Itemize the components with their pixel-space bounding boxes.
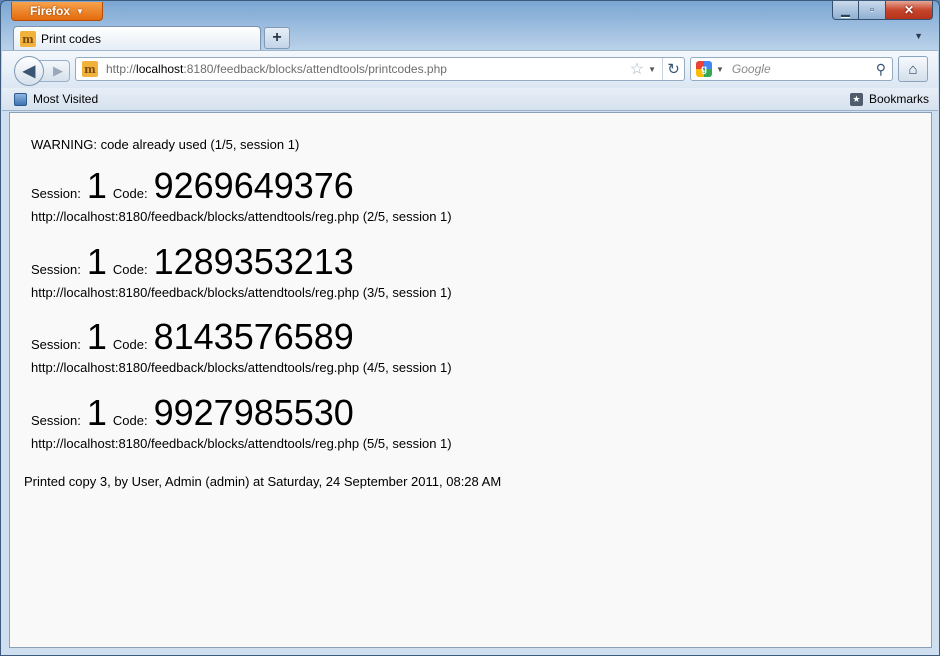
registration-url: http://localhost:8180/feedback/blocks/at… bbox=[31, 285, 452, 300]
url-prefix: http:// bbox=[106, 62, 137, 76]
tab-title: Print codes bbox=[41, 32, 102, 46]
close-icon: ✕ bbox=[903, 3, 915, 17]
code-entry: Session: 1 Code: 9927985530 http://local… bbox=[31, 392, 452, 451]
tab-list-button[interactable]: ▼ bbox=[914, 31, 923, 41]
session-label: Session: bbox=[31, 337, 81, 352]
firefox-menu-label: Firefox bbox=[30, 4, 71, 18]
search-engine-dropdown-icon[interactable]: ▼ bbox=[716, 65, 724, 74]
code-number: 8143576589 bbox=[153, 316, 354, 357]
reload-button[interactable]: ↻ bbox=[662, 58, 684, 80]
code-entry: Session: 1 Code: 8143576589 http://local… bbox=[31, 316, 452, 375]
new-tab-button[interactable]: + bbox=[264, 27, 290, 49]
url-path: :8180/feedback/blocks/attendtools/printc… bbox=[183, 62, 447, 76]
bookmark-star-icon[interactable]: ☆ bbox=[630, 59, 644, 79]
session-label: Session: bbox=[31, 413, 81, 428]
registration-url: http://localhost:8180/feedback/blocks/at… bbox=[31, 436, 452, 451]
moodle-favicon-icon: m bbox=[20, 31, 36, 47]
reload-icon: ↻ bbox=[667, 61, 680, 78]
page-content: WARNING: code already used (1/5, session… bbox=[9, 112, 932, 648]
code-label: Code: bbox=[112, 337, 148, 352]
code-entry: Session: 1 Code: 1289353213 http://local… bbox=[31, 241, 452, 300]
bookmark-most-visited[interactable]: Most Visited bbox=[14, 92, 98, 106]
url-history-dropdown-icon[interactable]: ▼ bbox=[648, 65, 656, 74]
search-icon[interactable]: ⚲ bbox=[876, 61, 886, 78]
printed-footer: Printed copy 3, by User, Admin (admin) a… bbox=[24, 474, 502, 489]
url-bar[interactable]: m http://localhost:8180/feedback/blocks/… bbox=[75, 57, 685, 81]
bookmarks-menu-label: Bookmarks bbox=[868, 92, 929, 106]
code-label: Code: bbox=[112, 413, 148, 428]
code-label: Code: bbox=[112, 262, 148, 277]
folder-icon bbox=[14, 92, 27, 106]
plus-icon: + bbox=[272, 29, 282, 46]
registration-url: http://localhost:8180/feedback/blocks/at… bbox=[31, 360, 452, 375]
chevron-down-icon: ▼ bbox=[76, 6, 84, 16]
home-button[interactable]: ⌂ bbox=[898, 56, 928, 82]
code-number: 9269649376 bbox=[153, 165, 354, 206]
back-arrow-icon: ◀ bbox=[22, 63, 36, 80]
back-forward-group: ◀ ▶ bbox=[14, 56, 72, 86]
session-code-line: Session: 1 Code: 9269649376 bbox=[31, 165, 452, 207]
back-button[interactable]: ◀ bbox=[14, 56, 44, 86]
minimize-icon: ▁ bbox=[841, 4, 850, 17]
session-code-line: Session: 1 Code: 8143576589 bbox=[31, 316, 452, 358]
minimize-button[interactable]: ▁ bbox=[832, 1, 859, 20]
code-entry: Session: 1 Code: 9269649376 http://local… bbox=[31, 165, 452, 224]
search-input[interactable]: Google bbox=[732, 62, 876, 76]
bookmarks-star-icon: ★ bbox=[849, 92, 863, 106]
close-window-button[interactable]: ✕ bbox=[886, 1, 933, 20]
maximize-icon: ▫ bbox=[870, 4, 874, 16]
warning-message: WARNING: code already used (1/5, session… bbox=[31, 137, 300, 152]
code-label: Code: bbox=[112, 186, 148, 201]
bookmarks-toolbar: Most Visited ★ Bookmarks bbox=[2, 88, 938, 111]
session-number: 1 bbox=[86, 392, 107, 433]
search-bar[interactable]: g ▼ Google ⚲ bbox=[690, 57, 893, 81]
session-number: 1 bbox=[86, 165, 107, 206]
url-host: localhost bbox=[136, 62, 184, 76]
code-number: 9927985530 bbox=[153, 392, 354, 433]
maximize-button[interactable]: ▫ bbox=[859, 1, 886, 20]
firefox-menu-button[interactable]: Firefox ▼ bbox=[11, 2, 103, 21]
session-number: 1 bbox=[86, 241, 107, 282]
browser-window: Firefox ▼ ▁ ▫ ✕ m Print codes + ▼ ◀ ▶ m … bbox=[0, 0, 940, 656]
url-field[interactable]: http://localhost:8180/feedback/blocks/at… bbox=[106, 62, 630, 76]
session-number: 1 bbox=[86, 316, 107, 357]
bookmark-most-visited-label: Most Visited bbox=[33, 92, 99, 106]
google-engine-icon[interactable]: g bbox=[696, 61, 712, 77]
site-identity-icon[interactable]: m bbox=[82, 61, 98, 77]
window-controls: ▁ ▫ ✕ bbox=[832, 1, 933, 20]
navigation-toolbar: ◀ ▶ m http://localhost:8180/feedback/blo… bbox=[2, 50, 938, 88]
code-number: 1289353213 bbox=[153, 241, 354, 282]
session-label: Session: bbox=[31, 262, 81, 277]
bookmarks-menu-button[interactable]: ★ Bookmarks bbox=[849, 92, 929, 106]
registration-url: http://localhost:8180/feedback/blocks/at… bbox=[31, 209, 452, 224]
session-code-line: Session: 1 Code: 1289353213 bbox=[31, 241, 452, 283]
forward-arrow-icon: ▶ bbox=[53, 63, 63, 78]
home-icon: ⌂ bbox=[908, 60, 918, 78]
tab-print-codes[interactable]: m Print codes bbox=[13, 26, 261, 51]
session-label: Session: bbox=[31, 186, 81, 201]
session-code-line: Session: 1 Code: 9927985530 bbox=[31, 392, 452, 434]
